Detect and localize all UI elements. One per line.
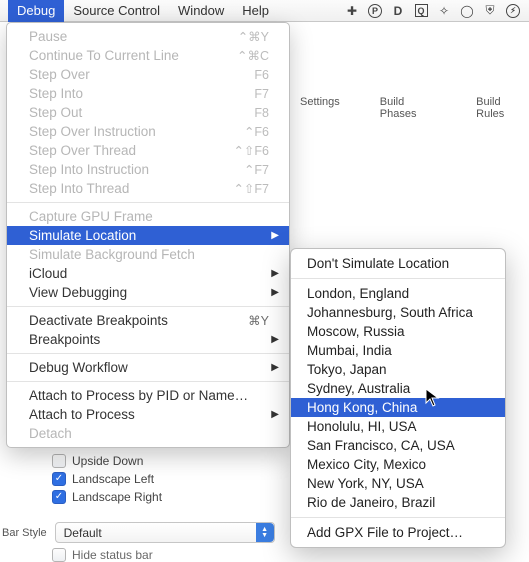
menu-step-into[interactable]: Step IntoF7 xyxy=(7,84,289,103)
menubar-item-debug[interactable]: Debug xyxy=(8,0,64,22)
menu-deactivate-breakpoints[interactable]: Deactivate Breakpoints⌘Y xyxy=(7,311,289,330)
menu-pause[interactable]: Pause⌃⌘Y xyxy=(7,27,289,46)
orientation-label: Landscape Right xyxy=(72,490,162,504)
menu-step-out[interactable]: Step OutF8 xyxy=(7,103,289,122)
plus-icon[interactable]: ✚ xyxy=(344,3,360,19)
location-item[interactable]: Tokyo, Japan xyxy=(291,360,505,379)
bar-style-label: Bar Style xyxy=(2,527,47,539)
submenu-arrow-icon: ▶ xyxy=(271,409,279,420)
orientation-upside-down-row: Upside Down xyxy=(0,452,330,470)
cloud-icon[interactable]: ◯ xyxy=(459,3,475,19)
menu-attach-by-pid[interactable]: Attach to Process by PID or Name… xyxy=(7,386,289,405)
orientation-label: Upside Down xyxy=(72,454,143,468)
p-icon[interactable]: P xyxy=(367,3,383,19)
menu-view-debugging[interactable]: View Debugging▶ xyxy=(7,283,289,302)
tab-build-rules[interactable]: Build Rules xyxy=(476,96,525,122)
menubar-item-source-control[interactable]: Source Control xyxy=(64,0,169,22)
menubar-status-icons: ✚ P D Q ✧ ◯ ⛨ ⚡︎ xyxy=(344,3,529,19)
shield-icon[interactable]: ⛨ xyxy=(482,3,498,19)
menu-capture-gpu-frame[interactable]: Capture GPU Frame xyxy=(7,207,289,226)
submenu-arrow-icon: ▶ xyxy=(271,287,279,298)
menu-attach-to-process[interactable]: Attach to Process▶ xyxy=(7,405,289,424)
location-item[interactable]: Rio de Janeiro, Brazil xyxy=(291,493,505,512)
hide-status-bar-label: Hide status bar xyxy=(72,548,153,562)
simulate-location-submenu: Don't Simulate Location London, England … xyxy=(290,248,506,548)
location-dont-simulate[interactable]: Don't Simulate Location xyxy=(291,254,505,273)
checkbox-landscape-right[interactable] xyxy=(52,490,66,504)
bar-style-row: Bar Style Default ▲▼ xyxy=(0,522,275,543)
menubar-item-help[interactable]: Help xyxy=(233,0,278,22)
submenu-arrow-icon: ▶ xyxy=(271,230,279,241)
tab-build-phases[interactable]: Build Phases xyxy=(380,96,436,122)
checkbox-hide-status-bar[interactable] xyxy=(52,548,66,562)
submenu-arrow-icon: ▶ xyxy=(271,334,279,345)
menu-separator xyxy=(7,202,289,203)
menu-simulate-location[interactable]: Simulate Location▶ xyxy=(7,226,289,245)
editor-tabs: Settings Build Phases Build Rules xyxy=(300,96,525,122)
menu-debug-workflow[interactable]: Debug Workflow▶ xyxy=(7,358,289,377)
bolt-icon[interactable]: ⚡︎ xyxy=(505,3,521,19)
menu-separator xyxy=(291,517,505,518)
location-add-gpx[interactable]: Add GPX File to Project… xyxy=(291,523,505,542)
orientation-landscape-right-row: Landscape Right xyxy=(0,488,330,506)
menu-detach[interactable]: Detach xyxy=(7,424,289,443)
location-item[interactable]: Moscow, Russia xyxy=(291,322,505,341)
menu-simulate-background-fetch[interactable]: Simulate Background Fetch xyxy=(7,245,289,264)
debug-menu-dropdown: Pause⌃⌘Y Continue To Current Line⌃⌘C Ste… xyxy=(6,22,290,448)
select-arrows-icon: ▲▼ xyxy=(256,523,274,542)
bar-style-value: Default xyxy=(64,526,102,540)
d-icon[interactable]: D xyxy=(390,3,406,19)
submenu-arrow-icon: ▶ xyxy=(271,268,279,279)
dropbox-icon[interactable]: ✧ xyxy=(436,3,452,19)
menu-separator xyxy=(291,278,505,279)
location-item[interactable]: Honolulu, HI, USA xyxy=(291,417,505,436)
menu-separator xyxy=(7,381,289,382)
location-item[interactable]: Mexico City, Mexico xyxy=(291,455,505,474)
location-item[interactable]: Johannesburg, South Africa xyxy=(291,303,505,322)
submenu-arrow-icon: ▶ xyxy=(271,362,279,373)
checkbox-landscape-left[interactable] xyxy=(52,472,66,486)
menu-step-into-thread[interactable]: Step Into Thread⌃⇧F7 xyxy=(7,179,289,198)
location-item[interactable]: London, England xyxy=(291,284,505,303)
menu-step-over-instruction[interactable]: Step Over Instruction⌃F6 xyxy=(7,122,289,141)
location-item[interactable]: Sydney, Australia xyxy=(291,379,505,398)
menu-separator xyxy=(7,353,289,354)
menubar: Debug Source Control Window Help ✚ P D Q… xyxy=(0,0,529,22)
orientation-section: Upside Down Landscape Left Landscape Rig… xyxy=(0,452,330,506)
menu-breakpoints[interactable]: Breakpoints▶ xyxy=(7,330,289,349)
tab-settings[interactable]: Settings xyxy=(300,96,340,122)
bar-style-select[interactable]: Default ▲▼ xyxy=(55,522,275,543)
hide-status-bar-row: Hide status bar xyxy=(52,548,153,562)
menu-step-over-thread[interactable]: Step Over Thread⌃⇧F6 xyxy=(7,141,289,160)
q-icon[interactable]: Q xyxy=(413,3,429,19)
location-item[interactable]: San Francisco, CA, USA xyxy=(291,436,505,455)
checkbox-upside-down[interactable] xyxy=(52,454,66,468)
menubar-item-window[interactable]: Window xyxy=(169,0,233,22)
location-item[interactable]: Hong Kong, China xyxy=(291,398,505,417)
location-item[interactable]: Mumbai, India xyxy=(291,341,505,360)
menu-step-over[interactable]: Step OverF6 xyxy=(7,65,289,84)
orientation-label: Landscape Left xyxy=(72,472,154,486)
menu-continue-to-current-line[interactable]: Continue To Current Line⌃⌘C xyxy=(7,46,289,65)
location-item[interactable]: New York, NY, USA xyxy=(291,474,505,493)
menu-icloud[interactable]: iCloud▶ xyxy=(7,264,289,283)
orientation-landscape-left-row: Landscape Left xyxy=(0,470,330,488)
menu-separator xyxy=(7,306,289,307)
menu-step-into-instruction[interactable]: Step Into Instruction⌃F7 xyxy=(7,160,289,179)
